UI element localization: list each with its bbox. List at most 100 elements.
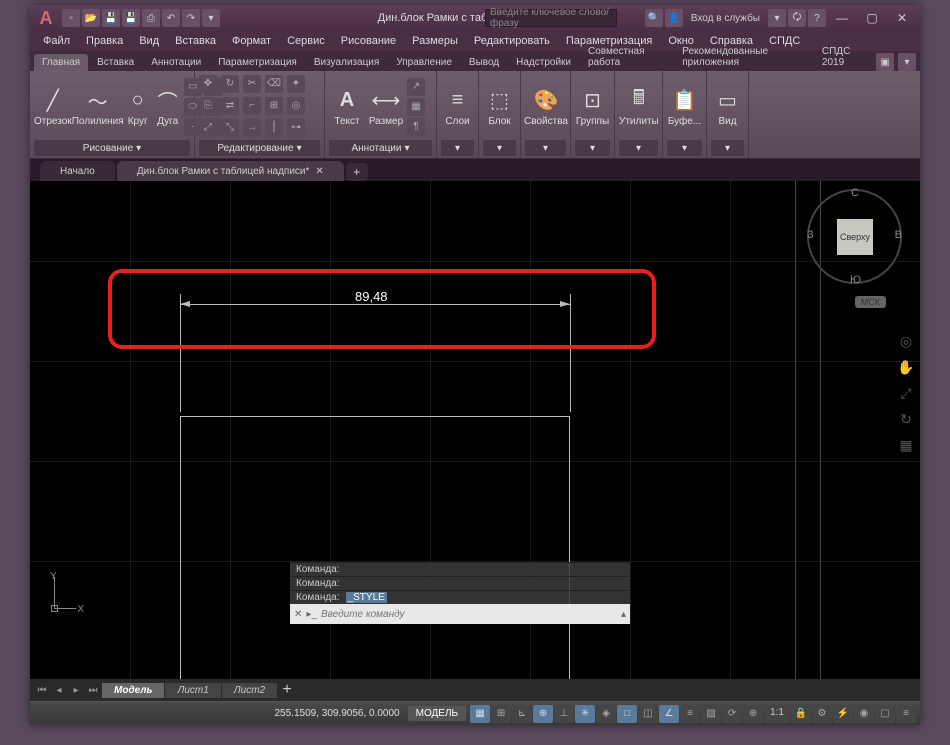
qat-new-icon[interactable]: ▫ xyxy=(62,9,80,27)
tab-start[interactable]: Начало xyxy=(40,161,115,181)
snap-toggle[interactable]: ⊞ xyxy=(491,705,511,723)
drawing-canvas[interactable]: 89,48 Y X Сверху С Ю В З МСК ◎ ✋ ⤢ ↻ ▦ xyxy=(30,181,920,679)
panel-block-expand[interactable]: ▾ xyxy=(483,140,516,156)
menu-format[interactable]: Формат xyxy=(225,33,278,49)
otrack-toggle[interactable]: ∠ xyxy=(659,705,679,723)
panel-props-expand[interactable]: ▾ xyxy=(525,140,566,156)
anno-scale[interactable]: 1:1 xyxy=(764,705,790,723)
circle-button[interactable]: ○Круг xyxy=(124,78,152,136)
properties-button[interactable]: 🎨Свойства xyxy=(525,78,567,136)
ribbon-tab-visualize[interactable]: Визуализация xyxy=(306,54,387,71)
ribbon-tab-home[interactable]: Главная xyxy=(34,54,88,71)
ribbon-expand-icon[interactable]: ▣ xyxy=(876,53,894,71)
cmd-close-icon[interactable]: ✕ xyxy=(294,609,302,620)
lineweight-toggle[interactable]: ≡ xyxy=(680,705,700,723)
qat-save-icon[interactable]: 💾 xyxy=(102,9,120,27)
qat-redo-icon[interactable]: ↷ xyxy=(182,9,200,27)
leader-button[interactable]: ↗ xyxy=(407,78,425,96)
zoom-extents-icon[interactable]: ⤢ xyxy=(896,383,916,403)
menu-view[interactable]: Вид xyxy=(132,33,166,49)
ribbon-minimize-icon[interactable]: ▾ xyxy=(898,53,916,71)
mirror-button[interactable]: ⇄ xyxy=(221,97,239,115)
osnap-toggle[interactable]: □ xyxy=(617,705,637,723)
infer-toggle[interactable]: ⊾ xyxy=(512,705,532,723)
command-input[interactable] xyxy=(321,609,617,620)
offset-button[interactable]: ◎ xyxy=(287,97,305,115)
trim-button[interactable]: ✂ xyxy=(243,75,261,93)
layout-tab-sheet2[interactable]: Лист2 xyxy=(222,683,277,698)
menu-edit[interactable]: Правка xyxy=(79,33,130,49)
qat-plot-icon[interactable]: ⎙ xyxy=(142,9,160,27)
text-button[interactable]: АТекст xyxy=(329,78,365,136)
sign-in-link[interactable]: Вход в службы xyxy=(685,13,766,24)
menu-file[interactable]: Файл xyxy=(36,33,77,49)
3dosnap-toggle[interactable]: ◫ xyxy=(638,705,658,723)
annoscale-toggle[interactable]: 🔒 xyxy=(791,705,811,723)
array-button[interactable]: ⊞ xyxy=(265,97,283,115)
join-button[interactable]: ⊶ xyxy=(287,119,305,137)
menu-insert[interactable]: Вставка xyxy=(168,33,223,49)
break-button[interactable]: ⎮ xyxy=(265,119,283,137)
dyn-input-toggle[interactable]: ⊕ xyxy=(533,705,553,723)
panel-modify-title[interactable]: Редактирование▾ xyxy=(199,140,320,156)
ribbon-tab-spds[interactable]: СПДС 2019 xyxy=(814,43,875,71)
transparency-toggle[interactable]: ▨ xyxy=(701,705,721,723)
dimension-button[interactable]: ⟷Размер xyxy=(367,78,405,136)
maximize-button[interactable]: ▢ xyxy=(858,8,886,28)
viewcube-top[interactable]: Сверху xyxy=(837,219,873,255)
panel-utils-expand[interactable]: ▾ xyxy=(619,140,658,156)
layers-button[interactable]: ≡Слои xyxy=(441,78,474,136)
exchange-icon[interactable]: 🗘 xyxy=(788,9,806,27)
qat-more-icon[interactable]: ▾ xyxy=(202,9,220,27)
groups-button[interactable]: ⊡Группы xyxy=(575,78,610,136)
hardware-accel[interactable]: ⚡ xyxy=(833,705,853,723)
polyline-button[interactable]: 〜Полилиния xyxy=(74,78,122,136)
tab-drawing[interactable]: Дин.блок Рамки с таблицей надписи*✕ xyxy=(117,161,344,181)
viewcube[interactable]: Сверху С Ю В З xyxy=(807,189,902,284)
isolate-toggle[interactable]: ◉ xyxy=(854,705,874,723)
search-input[interactable]: Введите ключевое слово/фразу xyxy=(485,9,617,27)
orbit-icon[interactable]: ↻ xyxy=(896,409,916,429)
command-window[interactable]: Команда: Команда: Команда: _STYLE ✕ ▸_ ▴ xyxy=(290,562,630,624)
block-button[interactable]: ⬚Блок xyxy=(483,78,516,136)
rotate-button[interactable]: ↻ xyxy=(221,75,239,93)
pan-icon[interactable]: ✋ xyxy=(896,357,916,377)
layout-tab-model[interactable]: Модель xyxy=(102,683,164,698)
utilities-button[interactable]: 🖩Утилиты xyxy=(619,78,659,136)
annomonitor-toggle[interactable]: ⊕ xyxy=(743,705,763,723)
ribbon-tab-output[interactable]: Вывод xyxy=(461,54,507,71)
layout-tab-sheet1[interactable]: Лист1 xyxy=(165,683,220,698)
arc-button[interactable]: ⌒Дуга xyxy=(154,78,182,136)
ribbon-tab-addins[interactable]: Надстройки xyxy=(508,54,579,71)
menu-modify[interactable]: Редактировать xyxy=(467,33,557,49)
layout-nav-first[interactable]: ⏮ xyxy=(34,682,50,698)
model-space-button[interactable]: МОДЕЛЬ xyxy=(408,706,466,721)
ribbon-tab-collab[interactable]: Совместная работа xyxy=(580,43,673,71)
dim-line[interactable] xyxy=(180,304,570,305)
ribbon-tab-parametric[interactable]: Параметризация xyxy=(210,54,305,71)
drawing-rectangle[interactable] xyxy=(180,416,570,679)
move-button[interactable]: ✥ xyxy=(199,75,217,93)
clipboard-button[interactable]: 📋Буфе... xyxy=(667,78,702,136)
layout-nav-next[interactable]: ▸ xyxy=(68,682,84,698)
ribbon-tab-annotate[interactable]: Аннотации xyxy=(143,54,209,71)
panel-view-expand[interactable]: ▾ xyxy=(711,140,744,156)
panel-clip-expand[interactable]: ▾ xyxy=(667,140,702,156)
mck-label[interactable]: МСК xyxy=(855,296,886,308)
qat-saveas-icon[interactable]: 💾 xyxy=(122,9,140,27)
line-button[interactable]: ╱Отрезок xyxy=(34,78,72,136)
user-icon[interactable]: 👤 xyxy=(665,9,683,27)
panel-annot-title[interactable]: Аннотации▾ xyxy=(329,140,432,156)
layout-nav-last[interactable]: ⏭ xyxy=(85,682,101,698)
ribbon-tab-manage[interactable]: Управление xyxy=(388,54,460,71)
polar-toggle[interactable]: ✳ xyxy=(575,705,595,723)
erase-button[interactable]: ⌫ xyxy=(265,75,283,93)
extend-button[interactable]: → xyxy=(243,119,261,137)
iso-toggle[interactable]: ◈ xyxy=(596,705,616,723)
cycling-toggle[interactable]: ⟳ xyxy=(722,705,742,723)
menu-draw[interactable]: Рисование xyxy=(334,33,403,49)
customize-status[interactable]: ≡ xyxy=(896,705,916,723)
help-icon[interactable]: ? xyxy=(808,9,826,27)
ortho-toggle[interactable]: ⊥ xyxy=(554,705,574,723)
panel-draw-title[interactable]: Рисование▾ xyxy=(34,140,190,156)
